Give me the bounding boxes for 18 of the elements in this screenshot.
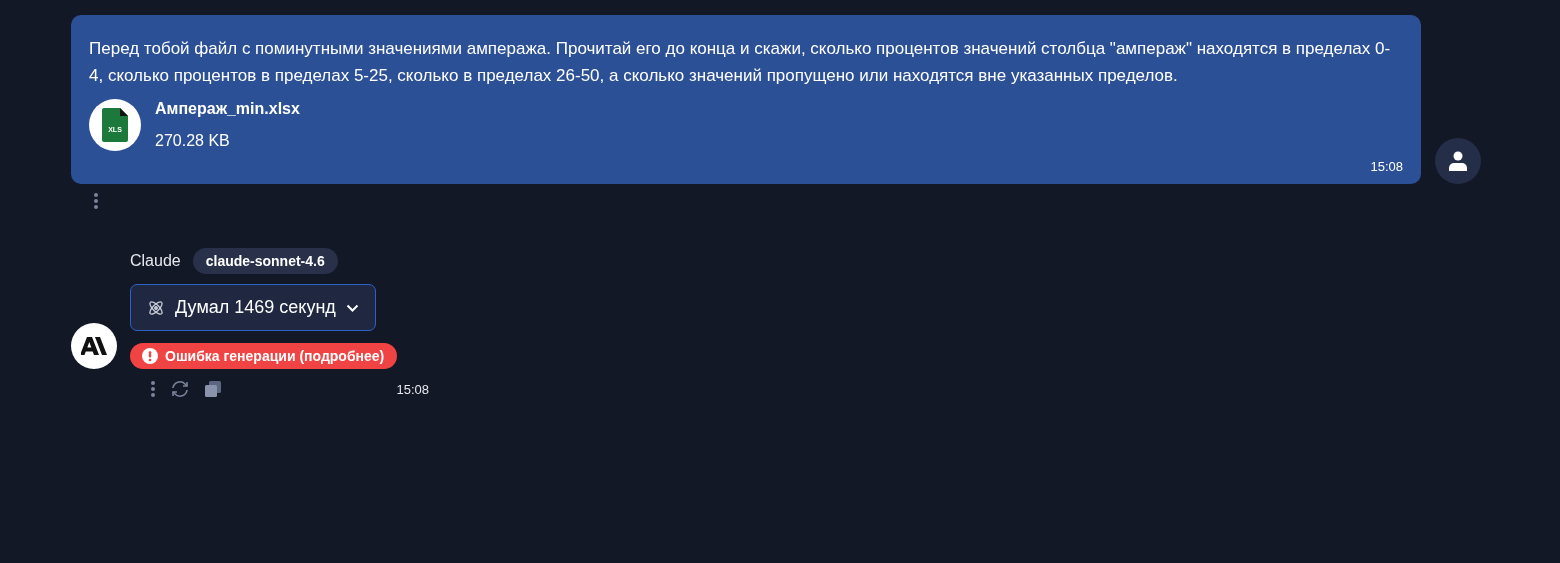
model-tag: claude-sonnet-4.6: [192, 248, 338, 274]
message-time: 15:08: [396, 381, 429, 397]
error-badge[interactable]: Ошибка генерации (подробнее): [130, 343, 398, 369]
file-size: 270.28 KB: [155, 132, 231, 150]
message-text: Перед тобой файл с поминутными значениями ампеража. Прочитай его до конца и скажи, сколько процентов значений столбца "ампераж" находятся в пределах 0-4, сколько процентов в пределах 5-25, сколько в пределах 26-50, а сколько значений пропущено или находятся вне указанных пределов.: [89, 38, 1392, 87]
file-name[interactable]: Ампераж_min.xlsx: [155, 100, 300, 118]
more-icon[interactable]: [150, 380, 156, 398]
thinking-toggle[interactable]: Думал 1469 секунд: [130, 284, 376, 331]
message-time: 15:08: [1370, 159, 1403, 174]
chevron-icon: [345, 303, 359, 312]
atom-icon: [147, 298, 165, 317]
user-icon: [1448, 151, 1468, 171]
assistant-name: Claude: [130, 252, 181, 270]
logo-icon: [81, 337, 107, 355]
alert-icon: [142, 348, 158, 364]
copy-icon[interactable]: [204, 380, 222, 398]
more-icon[interactable]: [93, 192, 99, 210]
regenerate-icon[interactable]: [170, 379, 190, 399]
